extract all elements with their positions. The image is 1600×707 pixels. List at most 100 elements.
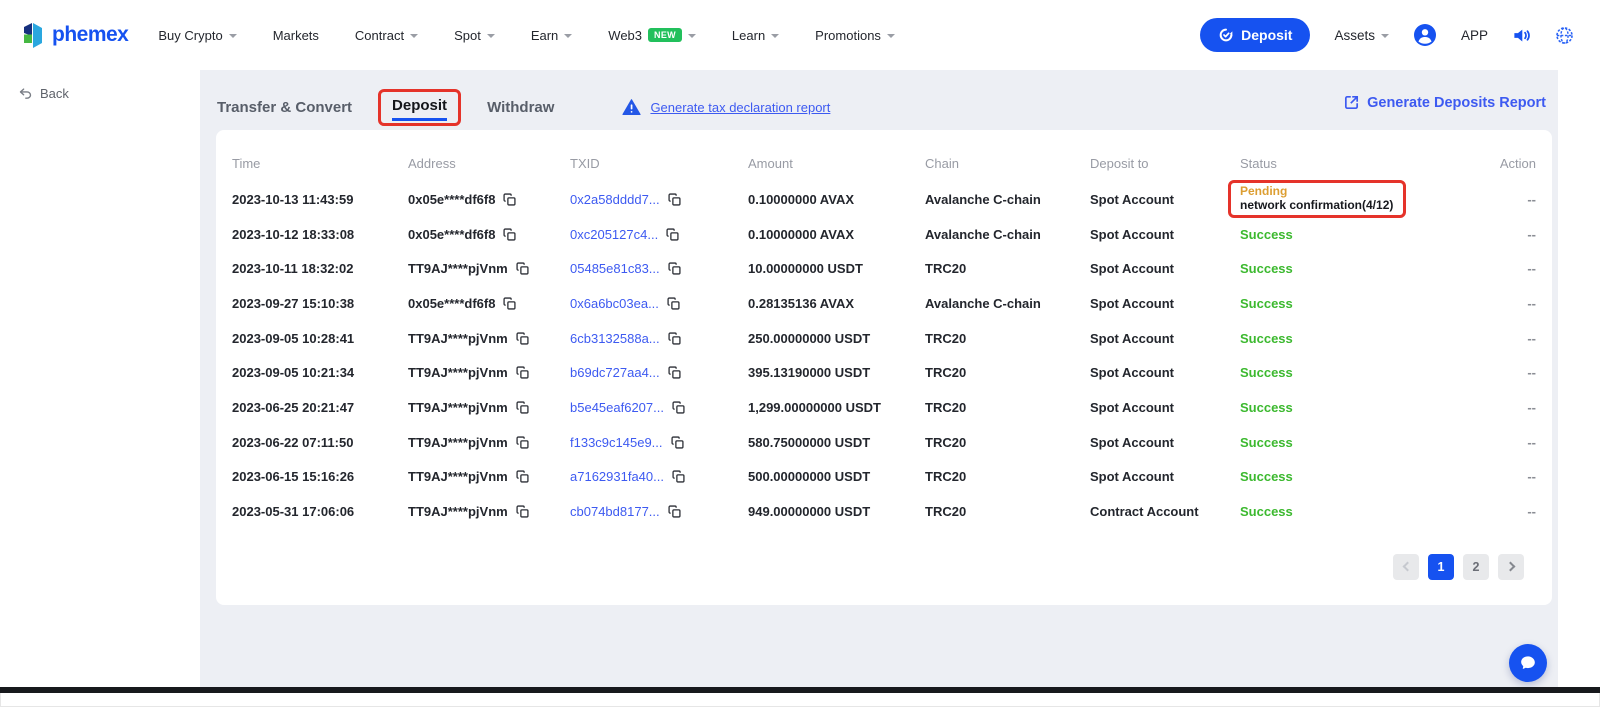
cell-action: -- bbox=[1440, 469, 1536, 484]
status-success-label: Success bbox=[1240, 469, 1293, 484]
copy-icon[interactable] bbox=[668, 332, 681, 345]
status-success-label: Success bbox=[1240, 227, 1293, 242]
cell-deposit-to: Spot Account bbox=[1090, 435, 1240, 450]
cell-action: -- bbox=[1440, 400, 1536, 415]
nav-item-markets[interactable]: Markets bbox=[273, 28, 319, 43]
table-row: 2023-10-13 11:43:590x05e****df6f80x2a58d… bbox=[232, 182, 1536, 217]
back-button[interactable]: Back bbox=[18, 86, 200, 101]
pagination-page-2[interactable]: 2 bbox=[1463, 554, 1489, 580]
copy-icon[interactable] bbox=[668, 193, 681, 206]
tab-deposit[interactable]: Deposit bbox=[392, 97, 447, 121]
txid-link[interactable]: a7162931fa40... bbox=[570, 469, 664, 484]
copy-icon[interactable] bbox=[668, 262, 681, 275]
cell-address: TT9AJ****pjVnm bbox=[408, 365, 570, 380]
pagination-prev-button[interactable] bbox=[1393, 554, 1419, 580]
cell-amount: 0.10000000 AVAX bbox=[748, 227, 925, 242]
txid-link[interactable]: 0x6a6bc03ea... bbox=[570, 296, 659, 311]
cell-time: 2023-09-27 15:10:38 bbox=[232, 296, 408, 311]
announcements-speaker-icon[interactable] bbox=[1512, 26, 1531, 45]
table-body: 2023-10-13 11:43:590x05e****df6f80x2a58d… bbox=[232, 182, 1536, 529]
window-bottom-edge bbox=[0, 687, 1600, 693]
user-avatar[interactable] bbox=[1413, 23, 1437, 47]
copy-icon[interactable] bbox=[666, 228, 679, 241]
nav-item-label: Promotions bbox=[815, 28, 881, 43]
nav-item-contract[interactable]: Contract bbox=[355, 28, 418, 43]
txid-link[interactable]: f133c9c145e9... bbox=[570, 435, 663, 450]
generate-deposits-report[interactable]: Generate Deposits Report bbox=[1343, 94, 1546, 111]
cell-address: TT9AJ****pjVnm bbox=[408, 261, 570, 276]
copy-icon[interactable] bbox=[516, 401, 529, 414]
txid-link[interactable]: 0xc205127c4... bbox=[570, 227, 658, 242]
copy-icon[interactable] bbox=[668, 366, 681, 379]
chevron-down-icon bbox=[887, 34, 895, 38]
copy-icon[interactable] bbox=[516, 436, 529, 449]
copy-icon[interactable] bbox=[667, 297, 680, 310]
time-value: 2023-10-12 18:33:08 bbox=[232, 227, 354, 242]
status-confirmation-progress: network confirmation(4/12) bbox=[1240, 198, 1393, 212]
pagination-page-1[interactable]: 1 bbox=[1428, 554, 1454, 580]
cell-amount: 0.10000000 AVAX bbox=[748, 192, 925, 207]
txid-link[interactable]: cb074bd8177... bbox=[570, 504, 660, 519]
nav-item-spot[interactable]: Spot bbox=[454, 28, 495, 43]
nav-item-web3[interactable]: Web3NEW bbox=[608, 28, 696, 43]
chevron-down-icon bbox=[410, 34, 418, 38]
action-placeholder: -- bbox=[1527, 296, 1536, 311]
copy-icon[interactable] bbox=[516, 470, 529, 483]
nav-item-promotions[interactable]: Promotions bbox=[815, 28, 895, 43]
globe-icon bbox=[1555, 26, 1574, 45]
copy-icon[interactable] bbox=[668, 505, 681, 518]
nav-item-learn[interactable]: Learn bbox=[732, 28, 779, 43]
copy-icon[interactable] bbox=[516, 262, 529, 275]
txid-link[interactable]: b5e45eaf6207... bbox=[570, 400, 664, 415]
column-header-address: Address bbox=[408, 156, 570, 171]
warning-triangle-icon bbox=[622, 99, 641, 116]
support-chat-button[interactable] bbox=[1509, 644, 1547, 682]
cell-chain: Avalanche C-chain bbox=[925, 296, 1090, 311]
nav-item-buy-crypto[interactable]: Buy Crypto bbox=[158, 28, 236, 43]
chat-bubble-icon bbox=[1518, 653, 1538, 673]
cell-deposit-to: Contract Account bbox=[1090, 504, 1240, 519]
tab-transfer-convert[interactable]: Transfer & Convert bbox=[217, 99, 352, 116]
copy-icon[interactable] bbox=[503, 228, 516, 241]
language-globe-icon[interactable] bbox=[1555, 26, 1574, 45]
copy-icon[interactable] bbox=[503, 297, 516, 310]
amount-value: 395.13190000 USDT bbox=[748, 365, 870, 380]
address-value: TT9AJ****pjVnm bbox=[408, 435, 508, 450]
cell-chain: TRC20 bbox=[925, 331, 1090, 346]
copy-icon[interactable] bbox=[516, 505, 529, 518]
copy-icon[interactable] bbox=[672, 470, 685, 483]
cell-action: -- bbox=[1440, 261, 1536, 276]
tax-report-link-wrap[interactable]: Generate tax declaration report bbox=[622, 99, 830, 116]
cell-address: TT9AJ****pjVnm bbox=[408, 400, 570, 415]
phemex-logo[interactable]: phemex bbox=[22, 21, 128, 49]
cell-address: TT9AJ****pjVnm bbox=[408, 504, 570, 519]
nav-item-label: Contract bbox=[355, 28, 404, 43]
nav-item-earn[interactable]: Earn bbox=[531, 28, 572, 43]
address-value: TT9AJ****pjVnm bbox=[408, 504, 508, 519]
txid-link[interactable]: 05485e81c83... bbox=[570, 261, 660, 276]
txid-link[interactable]: 0x2a58dddd7... bbox=[570, 192, 660, 207]
copy-icon[interactable] bbox=[672, 401, 685, 414]
cell-txid: 0xc205127c4... bbox=[570, 227, 748, 242]
copy-icon[interactable] bbox=[503, 193, 516, 206]
copy-icon[interactable] bbox=[516, 366, 529, 379]
cell-deposit-to: Spot Account bbox=[1090, 296, 1240, 311]
user-icon bbox=[1413, 23, 1437, 47]
table-row: 2023-09-27 15:10:380x05e****df6f80x6a6bc… bbox=[232, 286, 1536, 321]
table-row: 2023-10-11 18:32:02TT9AJ****pjVnm05485e8… bbox=[232, 251, 1536, 286]
copy-icon[interactable] bbox=[516, 332, 529, 345]
cell-chain: TRC20 bbox=[925, 435, 1090, 450]
copy-icon[interactable] bbox=[671, 436, 684, 449]
generate-tax-report-link[interactable]: Generate tax declaration report bbox=[650, 100, 830, 115]
txid-link[interactable]: b69dc727aa4... bbox=[570, 365, 660, 380]
tab-withdraw[interactable]: Withdraw bbox=[487, 99, 554, 116]
pagination-next-button[interactable] bbox=[1498, 554, 1524, 580]
assets-menu[interactable]: Assets bbox=[1334, 28, 1389, 43]
cell-address: 0x05e****df6f8 bbox=[408, 192, 570, 207]
table-row: 2023-06-25 20:21:47TT9AJ****pjVnmb5e45ea… bbox=[232, 390, 1536, 425]
deposit-button[interactable]: Deposit bbox=[1200, 18, 1310, 52]
app-link[interactable]: APP bbox=[1461, 28, 1488, 43]
txid-link[interactable]: 6cb3132588a... bbox=[570, 331, 660, 346]
cell-address: TT9AJ****pjVnm bbox=[408, 331, 570, 346]
top-navigation-bar: phemex Buy Crypto Markets Contract Spot Earn… bbox=[0, 0, 1600, 70]
